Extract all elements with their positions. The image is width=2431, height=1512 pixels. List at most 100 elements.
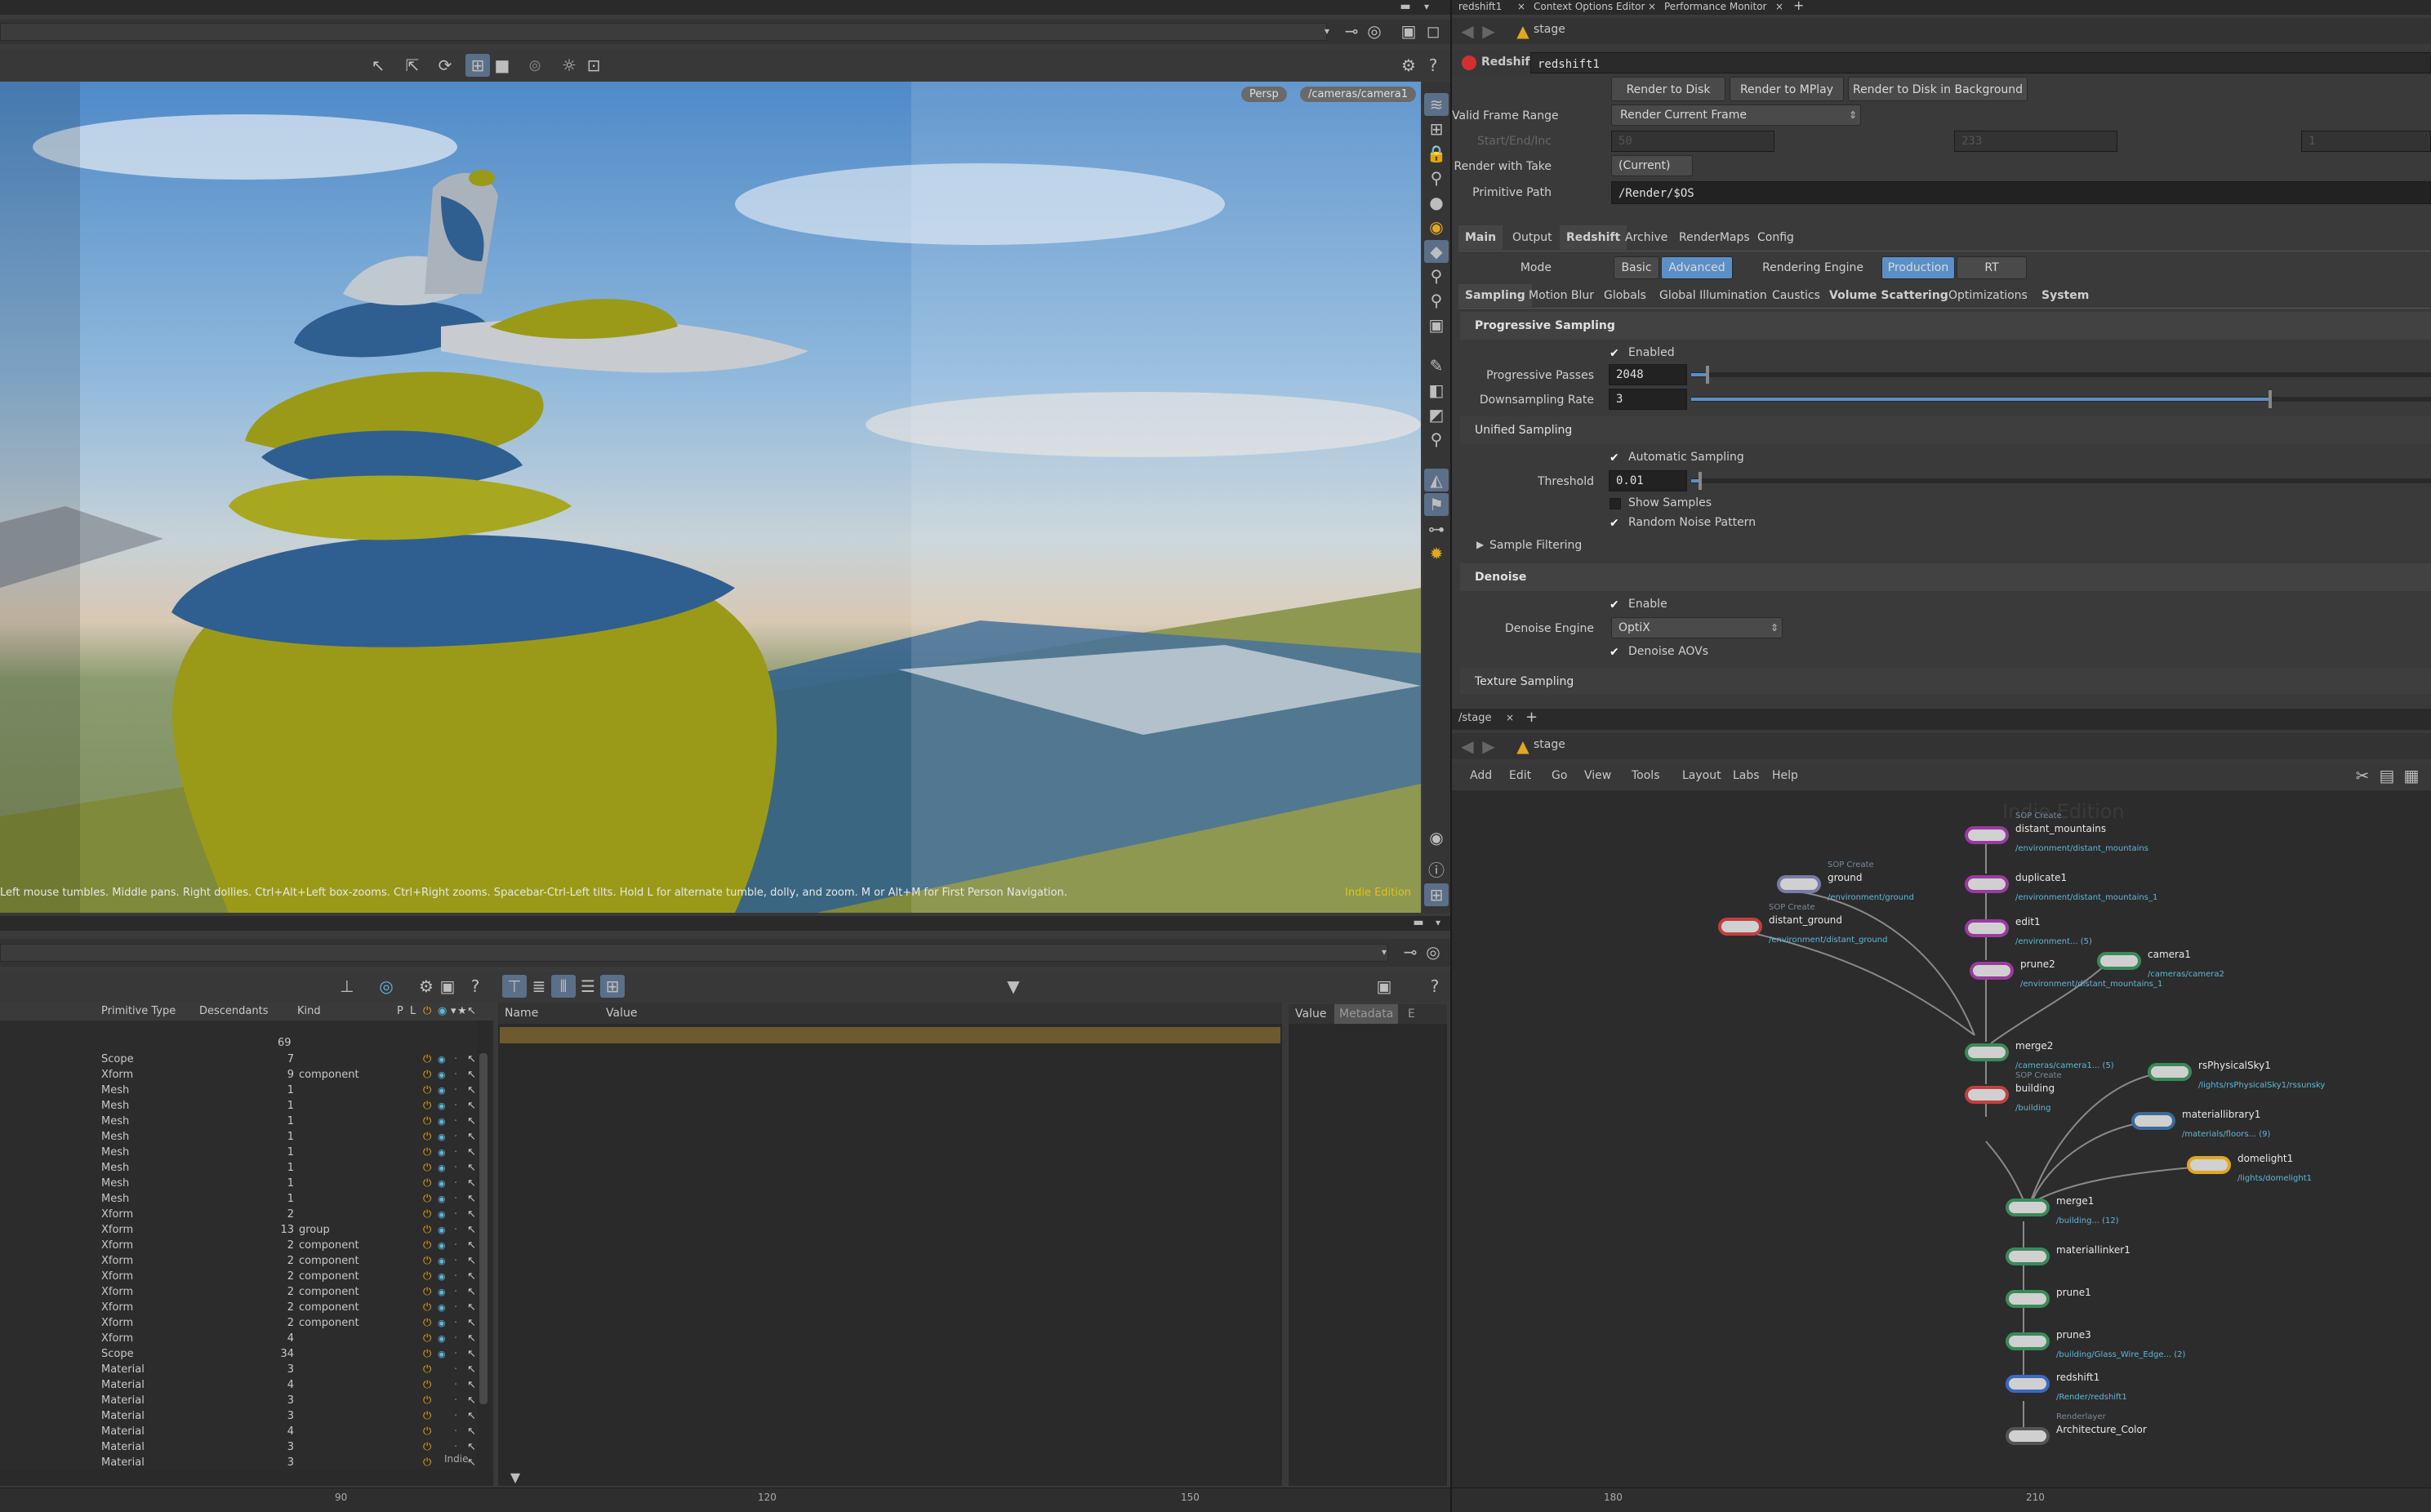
table-row[interactable]: Mesh 1 ⏻ ◉ · ↖ xyxy=(0,1114,490,1129)
subtab-caustics[interactable]: Caustics xyxy=(1765,284,1827,307)
take-select[interactable]: (Current) xyxy=(1611,155,1693,176)
visible-icon[interactable]: ⏻ xyxy=(423,1067,431,1083)
denoise-aovs-checkbox[interactable]: ✔ xyxy=(1610,647,1621,658)
mode-advanced-button[interactable]: Advanced xyxy=(1661,256,1733,279)
pointer-icon[interactable]: ↖ xyxy=(467,1284,476,1300)
visible-icon[interactable]: ⏻ xyxy=(423,1222,431,1238)
tab-redshift[interactable]: Redshift xyxy=(1560,225,1627,250)
col-l[interactable]: L xyxy=(410,1003,416,1021)
node-body[interactable] xyxy=(1777,875,1821,893)
visible-icon[interactable]: ⏻ xyxy=(423,1129,431,1145)
metadata-tab[interactable]: Metadata xyxy=(1334,1004,1399,1024)
node-body[interactable] xyxy=(2006,1332,2050,1350)
snap-icon[interactable]: ⊞ xyxy=(465,54,490,77)
pointer-icon[interactable]: ↖ xyxy=(467,1377,476,1393)
pin-icon[interactable]: ⊸ xyxy=(1339,20,1364,42)
table-row[interactable]: Mesh 1 ⏻ ◉ · ↖ xyxy=(0,1160,490,1176)
table-row[interactable]: Mesh 1 ⏻ ◉ · ↖ xyxy=(0,1176,490,1191)
close-icon[interactable]: × xyxy=(1517,0,1525,13)
visible-icon[interactable]: ⏻ xyxy=(423,1114,431,1129)
threshold-slider[interactable] xyxy=(1691,472,2431,490)
pointer-col-icon[interactable]: ↖ xyxy=(467,1003,476,1021)
node-body[interactable] xyxy=(1965,1043,2009,1061)
tools-icon[interactable]: ✂ xyxy=(2350,764,2375,787)
filter-icon[interactable]: ▼ xyxy=(503,1466,528,1489)
selectable-icon[interactable]: ◉ xyxy=(438,1114,446,1129)
selectable-icon[interactable]: ◉ xyxy=(438,1284,446,1300)
hierarchy-icon[interactable]: ⊥ xyxy=(335,975,359,998)
end-field[interactable]: 233 xyxy=(1954,131,2117,152)
tab-archive[interactable]: Archive xyxy=(1618,225,1674,250)
bone-icon[interactable]: ⚲ xyxy=(1424,167,1449,189)
lock-col-icon[interactable]: ▾ xyxy=(451,1003,456,1021)
menu-tools[interactable]: Tools xyxy=(1632,769,1660,782)
viewport[interactable]: Persp /cameras/camera1 Indie Edition Lef… xyxy=(0,82,1421,913)
camera-icon[interactable]: ▣ xyxy=(1372,975,1396,998)
table-row[interactable]: Material 4 ⏻ · ↖ xyxy=(0,1424,490,1439)
pointer-icon[interactable]: ↖ xyxy=(467,1315,476,1331)
chevron-down-icon[interactable]: ▾ xyxy=(1315,20,1339,42)
column-view-icon[interactable]: ⫴ xyxy=(551,975,576,998)
selectable-icon[interactable]: ◉ xyxy=(438,1176,446,1191)
pointer-icon[interactable]: ↖ xyxy=(467,1207,476,1222)
selectable-icon[interactable]: ◉ xyxy=(438,1207,446,1222)
table-row[interactable]: Xform 9 component ⏻ ◉ · ↖ xyxy=(0,1067,490,1083)
selectable-icon[interactable]: ◉ xyxy=(438,1346,446,1362)
camera-menu[interactable]: /cameras/camera1 xyxy=(1300,87,1416,102)
display-options-icon[interactable]: ≋ xyxy=(1424,93,1449,116)
visible-icon[interactable]: ⏻ xyxy=(423,1331,431,1346)
pin-light-icon[interactable]: ⚲ xyxy=(1424,265,1449,287)
pane-divider[interactable] xyxy=(1450,0,1452,1512)
visible-icon[interactable]: ⏻ xyxy=(423,1160,431,1176)
camera-icon[interactable]: ▣ xyxy=(435,975,460,998)
table-row[interactable]: Scope 34 ⏻ ◉ · ↖ xyxy=(0,1346,490,1362)
table-row[interactable]: Material 3 ⏻ · ↖ xyxy=(0,1362,490,1377)
pointer-icon[interactable]: ↖ xyxy=(467,1362,476,1377)
denoise-enable-checkbox[interactable]: ✔ xyxy=(1610,599,1621,611)
add-tab-icon[interactable]: + xyxy=(1525,709,1538,726)
link-icon[interactable]: ◎ xyxy=(1421,941,1445,963)
subtab-optimizations[interactable]: Optimizations xyxy=(1942,284,2034,307)
render-to-mplay-button[interactable]: Render to MPlay xyxy=(1730,77,1844,101)
table-row[interactable]: Material 4 ⏻ · ↖ xyxy=(0,1377,490,1393)
visible-icon[interactable]: ⏻ xyxy=(423,1424,431,1439)
node-body[interactable] xyxy=(2187,1156,2231,1174)
denoise-header[interactable]: Denoise xyxy=(1460,563,2431,591)
name-header[interactable]: Name xyxy=(505,1003,538,1024)
menu-edit[interactable]: Edit xyxy=(1509,769,1531,782)
flag-icon[interactable]: ⚑ xyxy=(1424,493,1449,516)
light-bulb-icon[interactable]: ◉ xyxy=(1424,216,1449,238)
maximize-icon[interactable]: ◻ xyxy=(1421,20,1445,42)
visible-icon[interactable]: ⏻ xyxy=(423,1455,431,1470)
prim-path-field[interactable]: /Render/$OS xyxy=(1611,181,2431,204)
subtab-sampling[interactable]: Sampling xyxy=(1458,284,1532,307)
selectable-icon[interactable]: ◉ xyxy=(438,1145,446,1160)
param-path[interactable]: stage xyxy=(1534,23,1565,36)
menu-help[interactable]: Help xyxy=(1772,769,1798,782)
layout-icon[interactable]: ⊞ xyxy=(1424,883,1449,906)
visible-icon[interactable]: ⏻ xyxy=(423,1207,431,1222)
node-body[interactable] xyxy=(1970,962,2014,980)
filter-icon[interactable]: ▼ xyxy=(1001,975,1026,998)
tab-output[interactable]: Output xyxy=(1506,225,1559,250)
pointer-icon[interactable]: ↖ xyxy=(467,1083,476,1098)
add-tab-icon[interactable]: + xyxy=(1793,0,1804,13)
selectable-icon[interactable]: ◉ xyxy=(438,1067,446,1083)
node-body[interactable] xyxy=(2006,1375,2050,1393)
table-row[interactable]: Xform 2 component ⏻ ◉ · ↖ xyxy=(0,1238,490,1253)
node-body[interactable] xyxy=(1718,918,1762,936)
menu-labs[interactable]: Labs xyxy=(1733,769,1760,782)
node-body[interactable] xyxy=(1965,919,2009,937)
node-body[interactable] xyxy=(2006,1198,2050,1216)
col-descendants[interactable]: Descendants xyxy=(199,1003,269,1021)
random-noise-checkbox[interactable]: ✔ xyxy=(1610,518,1621,529)
value-header[interactable]: Value xyxy=(606,1003,637,1024)
inc-field[interactable]: 1 xyxy=(2301,131,2431,152)
sun-icon[interactable]: ✹ xyxy=(1424,542,1449,565)
visible-icon[interactable]: ⏻ xyxy=(423,1300,431,1315)
help-icon[interactable]: ? xyxy=(1423,975,1447,998)
pointer-icon[interactable]: ↖ xyxy=(467,1222,476,1238)
scene-scrollbar[interactable] xyxy=(477,1021,490,1478)
persp-menu[interactable]: Persp xyxy=(1241,87,1287,102)
help-icon[interactable]: ? xyxy=(1421,54,1445,77)
